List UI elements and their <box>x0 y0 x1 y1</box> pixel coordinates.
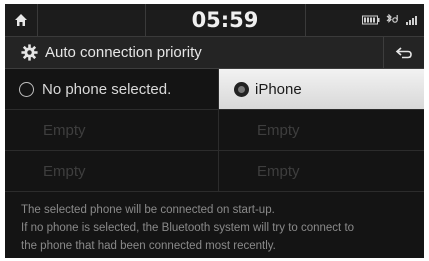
option-empty-slot: Empty <box>219 151 424 191</box>
home-button[interactable] <box>5 4 38 36</box>
title-bar: Auto connection priority <box>5 37 424 69</box>
option-label: Empty <box>43 121 86 139</box>
info-line: If no phone is selected, the Bluetooth s… <box>21 222 355 234</box>
statusbar-divider <box>305 4 306 36</box>
battery-icon <box>362 15 380 25</box>
option-empty-slot: Empty <box>219 110 424 150</box>
option-label: No phone selected. <box>42 80 172 98</box>
options-row: Empty Empty <box>5 151 424 192</box>
options-row: Empty Empty <box>5 110 424 151</box>
option-empty-slot: Empty <box>5 110 218 150</box>
status-icons <box>362 13 420 27</box>
info-text: The selected phone will be connected on … <box>21 201 421 255</box>
option-empty-slot: Empty <box>5 151 218 191</box>
back-arrow-icon <box>395 46 412 58</box>
gear-icon <box>21 44 38 61</box>
back-button[interactable] <box>383 37 424 68</box>
options-row: No phone selected. iPhone <box>5 69 424 110</box>
option-no-phone[interactable]: No phone selected. <box>5 69 218 109</box>
status-bar: 05:59 <box>5 4 424 37</box>
option-label: Empty <box>43 162 86 180</box>
page-title: Auto connection priority <box>45 44 202 61</box>
signal-icon <box>406 16 417 25</box>
info-line: The selected phone will be connected on … <box>21 204 275 216</box>
info-line: the phone that had been connected most r… <box>21 240 276 252</box>
option-iphone[interactable]: iPhone <box>219 69 424 109</box>
option-label: iPhone <box>255 80 302 98</box>
bluetooth-audio-icon <box>386 14 398 23</box>
option-label: Empty <box>257 121 300 139</box>
radio-selected-icon <box>234 81 249 97</box>
statusbar-divider <box>145 4 146 36</box>
head-unit-screen: 05:59 Auto connection priority No phone … <box>5 4 424 258</box>
radio-unselected-icon <box>19 81 34 97</box>
home-icon <box>15 14 27 26</box>
clock: 05:59 <box>191 8 259 32</box>
option-label: Empty <box>257 162 300 180</box>
phone-options-grid: No phone selected. iPhone Empty Empty Em… <box>5 69 424 192</box>
